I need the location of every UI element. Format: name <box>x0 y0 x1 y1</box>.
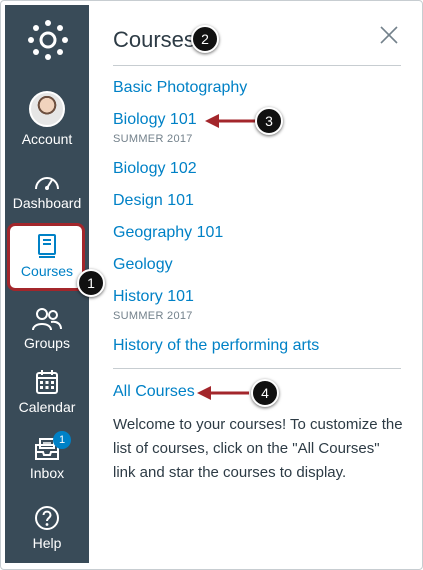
tray-title: Courses <box>113 27 195 52</box>
course-link[interactable]: History of the performing arts <box>113 337 319 355</box>
nav-account-label: Account <box>21 131 73 147</box>
nav-help-label: Help <box>32 535 62 551</box>
course-link[interactable]: Geography 101 <box>113 224 223 242</box>
dashboard-icon <box>35 177 59 190</box>
arrow-icon <box>197 386 249 400</box>
nav-help[interactable]: Help <box>5 505 89 551</box>
callout-3: 3 <box>255 107 283 135</box>
canvas-logo-icon[interactable] <box>27 19 69 61</box>
nav-groups-label: Groups <box>24 335 70 351</box>
header-divider <box>113 65 401 66</box>
course-link[interactable]: Biology 101 <box>113 111 197 129</box>
callout-4: 4 <box>251 379 279 407</box>
nav-calendar-label: Calendar <box>18 399 76 415</box>
course-link[interactable]: History 101 <box>113 288 194 306</box>
course-link[interactable]: Biology 102 <box>113 160 197 178</box>
inbox-unread-badge: 1 <box>53 431 71 449</box>
help-icon <box>35 506 59 530</box>
callout-2: 2 <box>191 25 219 53</box>
courses-icon <box>38 234 56 258</box>
nav-inbox-label: Inbox <box>29 465 65 481</box>
nav-courses-label: Courses <box>20 263 74 279</box>
all-courses-link[interactable]: All Courses <box>113 383 195 401</box>
groups-icon <box>32 308 62 331</box>
nav-inbox[interactable]: 1 Inbox <box>5 431 89 481</box>
nav-courses[interactable]: Courses <box>5 233 89 279</box>
course-link[interactable]: Geology <box>113 256 173 274</box>
course-link[interactable]: Basic Photography <box>113 79 247 97</box>
list-divider <box>113 368 401 369</box>
callout-1: 1 <box>77 269 105 297</box>
avatar <box>29 91 65 127</box>
course-term: SUMMER 2017 <box>113 310 193 322</box>
nav-groups[interactable]: Groups <box>5 307 89 351</box>
course-link[interactable]: Design 101 <box>113 192 194 210</box>
nav-dashboard-label: Dashboard <box>12 195 82 211</box>
course-term: SUMMER 2017 <box>113 133 193 145</box>
nav-account[interactable]: Account <box>5 91 89 147</box>
nav-dashboard[interactable]: Dashboard <box>5 171 89 211</box>
screenshot-frame: Account Dashboard Groups Calendar 1 Inbo… <box>0 0 423 570</box>
arrow-icon <box>205 114 257 128</box>
welcome-message: Welcome to your courses! To customize th… <box>113 416 403 481</box>
close-icon[interactable] <box>377 23 401 47</box>
calendar-icon <box>36 370 58 394</box>
nav-calendar[interactable]: Calendar <box>5 369 89 415</box>
